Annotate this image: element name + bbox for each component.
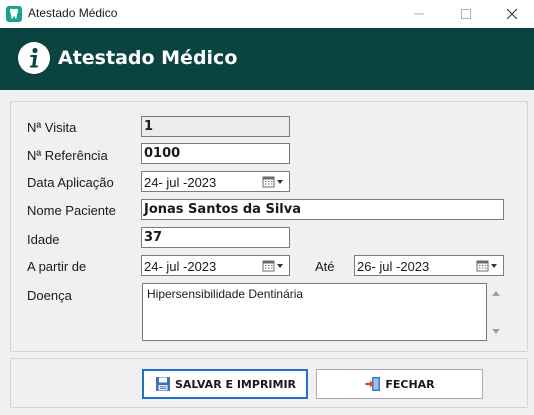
visita-label: Nª Visita [27,120,77,135]
scroll-down-icon[interactable] [490,327,502,337]
nome-paciente-field[interactable]: Jonas Santos da Silva [141,199,504,220]
calendar-dropdown-icon[interactable] [261,258,287,274]
save-print-icon [155,377,170,391]
tooth-icon [6,6,22,22]
calendar-dropdown-icon[interactable] [261,174,287,190]
header-banner: Atestado Médico [0,28,534,90]
minimize-icon [414,13,424,15]
window-titlebar: Atestado Médico [0,0,534,28]
data-aplicacao-datepicker[interactable]: 24- jul -2023 [141,171,290,192]
idade-field[interactable]: 37 [141,227,290,248]
doenca-label: Doença [27,288,72,303]
a-partir-de-datepicker[interactable]: 24- jul -2023 [141,255,290,276]
close-form-label: FECHAR [385,377,435,391]
ate-value: 26- jul -2023 [357,259,430,274]
calendar-dropdown-icon[interactable] [475,258,501,274]
referencia-field[interactable]: 0100 [141,143,290,164]
close-icon [507,9,517,19]
nome-paciente-label: Nome Paciente [27,203,116,218]
idade-label: Idade [27,232,60,247]
minimize-button[interactable] [396,0,442,28]
window-title: Atestado Médico [28,6,118,20]
save-and-print-button[interactable]: SALVAR E IMPRIMIR [142,369,308,399]
maximize-icon [461,9,471,19]
save-and-print-label: SALVAR E IMPRIMIR [174,377,297,391]
ate-datepicker[interactable]: 26- jul -2023 [354,255,504,276]
data-aplicacao-label: Data Aplicação [27,175,114,190]
ate-label: Até [315,259,335,274]
scroll-up-icon[interactable] [490,288,502,298]
a-partir-de-label: A partir de [27,259,87,274]
info-icon [18,42,50,74]
page-title: Atestado Médico [58,47,238,69]
maximize-button[interactable] [443,0,489,28]
referencia-label: Nª Referência [27,148,108,163]
a-partir-de-value: 24- jul -2023 [144,259,217,274]
doenca-textarea[interactable]: Hipersensibilidade Dentinária [142,283,487,341]
visita-field[interactable]: 1 [141,116,290,137]
data-aplicacao-value: 24- jul -2023 [144,175,217,190]
close-form-button[interactable]: FECHAR [316,369,483,399]
close-window-button[interactable] [489,0,534,28]
exit-door-icon [365,377,381,391]
